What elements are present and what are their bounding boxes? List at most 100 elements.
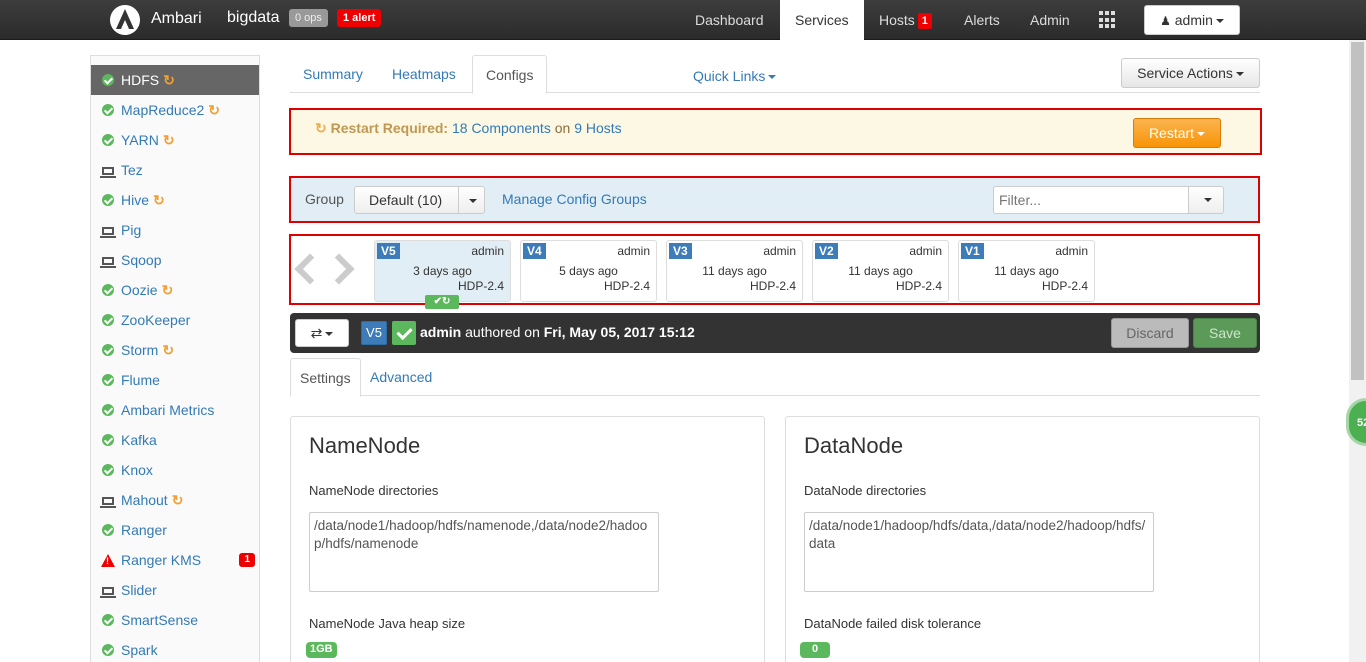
nav-dashboard[interactable]: Dashboard bbox=[680, 0, 779, 40]
sidebar-item-slider[interactable]: Slider bbox=[91, 575, 259, 605]
sidebar-item-ambari-metrics[interactable]: Ambari Metrics bbox=[91, 395, 259, 425]
client-laptop-icon bbox=[100, 227, 116, 238]
namenode-heap-slider-value[interactable]: 1GB bbox=[306, 642, 337, 658]
version-label: V2 bbox=[815, 243, 838, 259]
page-scrollbar-thumb[interactable] bbox=[1351, 42, 1364, 380]
sidebar-item-storm[interactable]: Storm ↻ bbox=[91, 335, 259, 365]
chevron-right-icon[interactable] bbox=[323, 253, 355, 285]
sidebar-item-hive[interactable]: Hive ↻ bbox=[91, 185, 259, 215]
restart-label: Restart Required: bbox=[330, 120, 449, 136]
sidebar-item-zookeeper[interactable]: ZooKeeper bbox=[91, 305, 259, 335]
restart-button-label: Restart bbox=[1148, 125, 1195, 141]
sidebar-item-label: ZooKeeper bbox=[121, 312, 191, 328]
sidebar-item-mahout[interactable]: Mahout ↻ bbox=[91, 485, 259, 515]
manage-config-groups-link[interactable]: Manage Config Groups bbox=[502, 191, 647, 207]
client-laptop-icon bbox=[100, 587, 116, 598]
restart-required-banner: ↻ Restart Required: 18 Components on 9 H… bbox=[289, 108, 1262, 155]
sidebar-item-smartsense[interactable]: SmartSense bbox=[91, 605, 259, 635]
status-ok-icon bbox=[102, 404, 114, 416]
shuffle-icon: ⇄ bbox=[310, 325, 323, 341]
sidebar-item-kafka[interactable]: Kafka bbox=[91, 425, 259, 455]
save-button[interactable]: Save bbox=[1193, 318, 1257, 348]
authored-on-text: authored on bbox=[465, 324, 540, 340]
user-menu-button[interactable]: ♟ admin bbox=[1144, 5, 1240, 35]
chevron-down-icon bbox=[325, 332, 334, 336]
status-ok-icon bbox=[102, 314, 114, 326]
group-label: Group bbox=[305, 191, 344, 207]
service-status bbox=[101, 605, 115, 635]
datanode-dirs-textarea[interactable]: /data/node1/hadoop/hdfs/data,/data/node2… bbox=[804, 512, 1154, 592]
config-filter-input[interactable] bbox=[993, 186, 1189, 214]
nav-admin[interactable]: Admin bbox=[1015, 0, 1085, 40]
sidebar-item-yarn[interactable]: YARN ↻ bbox=[91, 125, 259, 155]
warning-icon bbox=[101, 554, 115, 567]
version-card-v4[interactable]: V4 admin 5 days ago HDP-2.4 bbox=[520, 240, 657, 302]
sidebar-item-label: Mahout bbox=[121, 492, 168, 508]
chevron-left-icon[interactable] bbox=[294, 253, 326, 285]
sidebar-item-ranger[interactable]: Ranger bbox=[91, 515, 259, 545]
service-status bbox=[101, 275, 115, 305]
sidebar-item-tez[interactable]: Tez bbox=[91, 155, 259, 185]
tab-configs[interactable]: Configs bbox=[472, 55, 548, 94]
sidebar-item-label: Storm bbox=[121, 342, 159, 358]
views-grid-icon[interactable] bbox=[1099, 11, 1117, 29]
chevron-down-icon bbox=[1215, 19, 1224, 23]
datanode-tolerance-slider-value[interactable]: 0 bbox=[800, 642, 830, 658]
version-date: 11 days ago bbox=[994, 264, 1059, 278]
chevron-down-icon bbox=[469, 199, 477, 203]
version-label: V1 bbox=[961, 243, 984, 259]
version-card-v1[interactable]: V1 admin 11 days ago HDP-2.4 bbox=[958, 240, 1095, 302]
sidebar-item-knox[interactable]: Knox bbox=[91, 455, 259, 485]
nav-alerts[interactable]: Alerts bbox=[949, 0, 1015, 40]
ops-badge[interactable]: 0 ops bbox=[289, 9, 328, 27]
version-stack: HDP-2.4 bbox=[1041, 279, 1088, 293]
discard-button[interactable]: Discard bbox=[1111, 318, 1189, 348]
datanode-tolerance-label: DataNode failed disk tolerance bbox=[804, 616, 982, 631]
tab-settings[interactable]: Settings bbox=[290, 358, 361, 397]
status-ok-icon bbox=[102, 284, 114, 296]
namenode-dirs-textarea[interactable]: /data/node1/hadoop/hdfs/namenode,/data/n… bbox=[309, 512, 659, 592]
restart-hosts-link[interactable]: 9 Hosts bbox=[574, 120, 621, 136]
sidebar-item-label: Knox bbox=[121, 462, 153, 478]
tab-summary[interactable]: Summary bbox=[290, 55, 376, 93]
sidebar-item-label: Kafka bbox=[121, 432, 157, 448]
tab-heatmaps[interactable]: Heatmaps bbox=[379, 55, 469, 93]
nav-hosts[interactable]: Hosts 1 bbox=[864, 0, 947, 40]
datanode-panel: DataNode DataNode directories /data/node… bbox=[785, 416, 1260, 662]
quick-links-dropdown[interactable]: Quick Links bbox=[693, 68, 777, 84]
group-dropdown-toggle[interactable] bbox=[458, 187, 484, 213]
sidebar-item-sqoop[interactable]: Sqoop bbox=[91, 245, 259, 275]
sidebar-item-mapreduce2[interactable]: MapReduce2 ↻ bbox=[91, 95, 259, 125]
status-ok-icon bbox=[102, 194, 114, 206]
version-card-v5[interactable]: V5 admin 3 days ago HDP-2.4 bbox=[374, 240, 511, 302]
compare-versions-button[interactable]: ⇄ bbox=[295, 319, 349, 347]
sidebar-item-oozie[interactable]: Oozie ↻ bbox=[91, 275, 259, 305]
sidebar-item-spark[interactable]: Spark bbox=[91, 635, 259, 662]
service-actions-button[interactable]: Service Actions bbox=[1121, 58, 1260, 88]
ambari-logo-icon[interactable] bbox=[108, 3, 142, 37]
sidebar-item-hdfs[interactable]: HDFS ↻ bbox=[91, 65, 259, 95]
tab-advanced[interactable]: Advanced bbox=[361, 358, 441, 396]
alert-badge[interactable]: 1 alert bbox=[337, 9, 382, 27]
version-stack: HDP-2.4 bbox=[457, 279, 504, 293]
status-ok-icon bbox=[102, 104, 114, 116]
restart-components-link[interactable]: 18 Components bbox=[452, 120, 551, 136]
version-card-v3[interactable]: V3 admin 11 days ago HDP-2.4 bbox=[666, 240, 803, 302]
sidebar-item-ranger-kms[interactable]: Ranger KMS 1 bbox=[91, 545, 259, 575]
datanode-dirs-label: DataNode directories bbox=[804, 483, 927, 498]
filter-dropdown-button[interactable] bbox=[1188, 186, 1224, 214]
restart-button[interactable]: Restart bbox=[1133, 118, 1221, 148]
sidebar-item-flume[interactable]: Flume bbox=[91, 365, 259, 395]
service-alert-count: 1 bbox=[239, 553, 255, 567]
cluster-name[interactable]: bigdata bbox=[227, 9, 280, 27]
config-group-select[interactable]: Default (10) bbox=[354, 186, 485, 214]
sidebar-item-label: MapReduce2 bbox=[121, 102, 205, 118]
brand-name[interactable]: Ambari bbox=[151, 10, 202, 28]
nav-services[interactable]: Services bbox=[780, 0, 864, 40]
version-card-v2[interactable]: V2 admin 11 days ago HDP-2.4 bbox=[812, 240, 949, 302]
sidebar-item-pig[interactable]: Pig bbox=[91, 215, 259, 245]
client-laptop-icon bbox=[100, 167, 116, 178]
settings-tabs: Settings Advanced bbox=[290, 358, 1260, 397]
version-label: V5 bbox=[377, 243, 400, 259]
version-user: admin bbox=[909, 244, 942, 258]
